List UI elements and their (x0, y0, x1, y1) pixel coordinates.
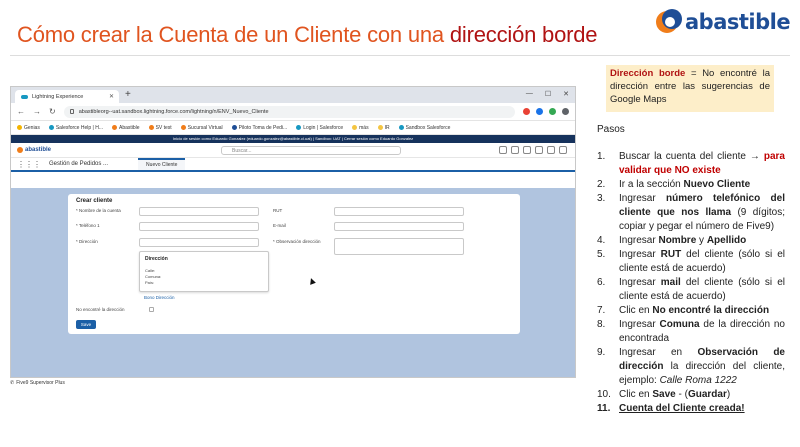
extension-icon[interactable] (523, 108, 530, 115)
account-name-label: * Nombre de la cuenta (76, 208, 121, 213)
tab-nuevo-cliente[interactable]: Nuevo Cliente (138, 158, 186, 170)
bookmark[interactable]: SV test (148, 125, 172, 131)
no-address-label: No encontré la dirección (76, 307, 125, 312)
step-item: 10. Clic en Save - (Guardar) (597, 389, 731, 400)
global-search-input[interactable]: Buscar... (221, 146, 401, 155)
email-label: E-mail (273, 223, 286, 228)
maximize-icon[interactable]: ☐ (545, 90, 551, 98)
create-client-form: Crear cliente * Nombre de la cuenta RUT … (68, 194, 520, 334)
step-item: 4. Ingresar Nombre y Apellido (597, 235, 747, 246)
address-country-item[interactable]: País: (145, 280, 154, 285)
minimize-icon[interactable]: — (526, 90, 533, 98)
observation-label: * Observación dirección (273, 239, 321, 244)
logo-text: abastible (685, 10, 791, 34)
callout-key: Dirección borde (610, 68, 686, 79)
new-tab-button[interactable]: + (125, 89, 131, 100)
url-text: abastibleorg--uat.sandbox.lightning.forc… (78, 108, 269, 115)
utility-label: Five9 Supervisor Plus (16, 380, 65, 386)
address-dropdown: Dirección Calle: Comuna: País: (139, 251, 269, 292)
back-arrow-icon[interactable]: ← (17, 107, 25, 116)
browser-tab[interactable]: Lightning Experience ✕ (15, 90, 119, 103)
bookmark-folder[interactable]: más (352, 125, 369, 131)
profile-avatar[interactable] (549, 108, 556, 115)
utility-bar[interactable]: ✆ Five9 Supervisor Plus (10, 380, 65, 386)
definition-callout: Dirección borde = No encontré la direcci… (606, 65, 774, 112)
title-divider (10, 55, 790, 56)
save-button[interactable]: Save (76, 320, 96, 329)
setup-gear-icon[interactable] (535, 146, 543, 154)
form-title: Crear cliente (76, 198, 113, 204)
help-icon[interactable] (523, 146, 531, 154)
phone-icon: ✆ (10, 380, 15, 386)
step-item: 8. Ingresar Comuna de la dirección no enc… (597, 319, 785, 344)
account-name-input[interactable] (139, 207, 259, 216)
email-input[interactable] (334, 222, 464, 231)
lock-icon (69, 109, 74, 114)
bookmarks-bar: Genias Salesforce Help | H... Abastible … (11, 121, 575, 135)
phone-label: * Teléfono 1 (76, 223, 100, 228)
tab-title: Lightning Experience (32, 93, 84, 100)
bookmark[interactable]: Genias (17, 125, 40, 131)
slide-title: Cómo crear la Cuenta de un Cliente con u… (17, 22, 598, 48)
phone-input[interactable] (139, 222, 259, 231)
reload-icon[interactable]: ↻ (49, 107, 56, 116)
salesforce-header: abastible Buscar... (11, 143, 575, 158)
title-prefix: Cómo crear la Cuenta de un Cliente con u… (17, 22, 450, 47)
address-label: * Dirección (76, 239, 98, 244)
bookmark[interactable]: Abastible (112, 125, 140, 131)
step-item: 5. Ingresar RUT del cliente (sólo si el c… (597, 249, 785, 274)
steps-list: 1. Buscar la cuenta del cliente → para va… (597, 150, 785, 416)
address-commune-item[interactable]: Comuna: (145, 274, 161, 279)
page-body: Crear cliente * Nombre de la cuenta RUT … (11, 188, 575, 377)
dropdown-heading: Dirección (145, 256, 168, 262)
app-launcher-icon[interactable]: ⋮⋮⋮ (17, 160, 41, 169)
login-as-banner: Inicio de sesión como Eduardo Gonzalez (… (11, 135, 575, 143)
user-avatar[interactable] (559, 146, 567, 154)
bookmark[interactable]: Salesforce Help | H... (48, 125, 103, 131)
address-search-input[interactable] (139, 238, 259, 247)
salesforce-cloud-icon (21, 94, 28, 99)
step-item: 3. Ingresar número telefónico del cliente… (597, 193, 786, 232)
app-nav-bar: ⋮⋮⋮ Gestión de Pedidos ... Nuevo Cliente (11, 158, 575, 172)
abastible-logo: abastible (656, 9, 791, 35)
step-item: 6. Ingresar mail del cliente (sólo si el … (597, 277, 785, 302)
salesforce-logo: abastible (17, 147, 51, 153)
address-bar: ← → ↻ abastibleorg--uat.sandbox.lightnin… (11, 103, 575, 121)
tab-strip: Lightning Experience ✕ + — ☐ ✕ (11, 87, 575, 103)
close-tab-icon[interactable]: ✕ (109, 93, 114, 100)
forward-arrow-icon[interactable]: → (33, 107, 41, 116)
extensions (523, 108, 569, 115)
global-actions-icon[interactable] (511, 146, 519, 154)
bookmark-folder[interactable]: IR (377, 125, 390, 131)
bono-direccion-link[interactable]: Bono Dirección (144, 295, 175, 300)
step-item: 9. Ingresar en Observación de dirección l… (597, 347, 785, 386)
window-controls: — ☐ ✕ (526, 90, 569, 98)
steps-heading: Pasos (597, 124, 625, 135)
step-item: 1. Buscar la cuenta del cliente → para va… (597, 151, 785, 176)
url-input[interactable]: abastibleorg--uat.sandbox.lightning.forc… (63, 105, 515, 118)
app-name: Gestión de Pedidos ... (49, 161, 109, 167)
header-icons (499, 146, 567, 154)
title-highlight: dirección borde (449, 22, 598, 47)
logo-mark-icon (656, 9, 682, 35)
close-window-icon[interactable]: ✕ (563, 90, 569, 98)
bookmark[interactable]: Sucursal Virtual (180, 125, 223, 131)
address-street-item[interactable]: Calle: (145, 268, 155, 273)
favorites-icon[interactable] (499, 146, 507, 154)
extension-icon[interactable] (536, 108, 543, 115)
step-item: 7. Clic en No encontré la dirección (597, 305, 770, 316)
bookmark[interactable]: Sandbox Salesforce (398, 125, 450, 131)
rut-label: RUT (273, 208, 283, 213)
notifications-bell-icon[interactable] (547, 146, 555, 154)
no-address-checkbox[interactable] (149, 307, 154, 312)
step-item: 2. Ir a la sección Nuevo Cliente (597, 179, 751, 190)
bookmark[interactable]: Login | Salesforce (296, 125, 343, 131)
step-item: 11. Cuenta del Cliente creada! (597, 403, 745, 414)
browser-window: Lightning Experience ✕ + — ☐ ✕ ← → ↻ aba… (10, 86, 576, 378)
bookmark[interactable]: Piloto Toma de Pedi... (231, 125, 287, 131)
menu-icon[interactable] (562, 108, 569, 115)
rut-input[interactable] (334, 207, 464, 216)
observation-textarea[interactable] (334, 238, 464, 255)
